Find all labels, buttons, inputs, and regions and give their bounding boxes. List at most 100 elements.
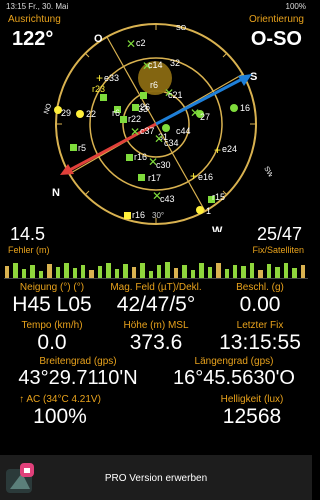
altitude-value: 373.6	[129, 331, 183, 354]
signal-bar	[131, 267, 137, 278]
label-w: W	[212, 225, 223, 232]
tilt-value: H45 L05	[12, 293, 92, 316]
svg-text:r16: r16	[132, 210, 145, 220]
svg-text:r16: r16	[134, 152, 147, 162]
svg-text:1: 1	[206, 206, 211, 216]
signal-bar	[21, 269, 27, 278]
label-no: NO	[43, 102, 53, 115]
tilt-label: Neigung (°) (°)	[19, 282, 85, 293]
promo-text[interactable]: PRO Version erwerben	[0, 473, 312, 484]
sat-e24: + e24	[214, 143, 237, 157]
elevation-label: 30°	[152, 211, 164, 220]
label-so: SO	[176, 25, 187, 32]
sat-c2: ✕ c2	[126, 37, 146, 51]
signal-bar	[89, 270, 94, 278]
accel-label: Beschl. (g)	[236, 282, 284, 293]
signal-bar	[165, 262, 170, 278]
svg-text:+: +	[190, 169, 197, 183]
light-value: 12568	[222, 405, 282, 428]
label-n: N	[52, 187, 60, 199]
signal-bar	[97, 265, 103, 278]
battery-level: 100%	[285, 2, 306, 11]
svg-text:e16: e16	[198, 172, 213, 182]
sat-r17: r17	[138, 173, 161, 183]
last-fix-label: Letzter Fix	[236, 320, 284, 331]
sat-r15: r15	[208, 192, 225, 203]
label-o: O	[94, 33, 103, 45]
signal-bar	[216, 262, 221, 278]
svg-text:r23: r23	[92, 84, 105, 94]
signal-bar	[292, 268, 297, 278]
signal-bar	[123, 264, 128, 278]
signal-bar	[199, 263, 204, 278]
sat-16: 16	[230, 103, 250, 113]
signal-bar	[258, 270, 263, 278]
light-label: Helligkeit (lux)	[220, 394, 284, 405]
sat-c21: ✕c21	[164, 86, 183, 100]
svg-text:c14: c14	[148, 60, 163, 70]
signal-bar	[173, 268, 179, 278]
signal-bar	[300, 265, 305, 278]
signal-bar	[207, 267, 213, 278]
sat-r6b: r6	[112, 106, 121, 118]
svg-text:r22: r22	[128, 114, 141, 124]
svg-text:c30: c30	[156, 160, 171, 170]
longitude-value: 16°45.5630'O	[173, 367, 295, 389]
error-value: 14.5	[10, 224, 46, 244]
signal-bar	[38, 271, 44, 278]
svg-text:✕: ✕	[126, 37, 136, 51]
signal-bar	[106, 262, 111, 278]
svg-text:22: 22	[86, 109, 96, 119]
signal-bar	[182, 264, 187, 278]
sat-r5: r5	[70, 143, 86, 153]
signal-bar	[64, 262, 69, 278]
signal-bar	[233, 264, 238, 278]
svg-text:r15: r15	[212, 192, 225, 202]
signal-bar	[241, 265, 246, 278]
svg-text:e33: e33	[104, 73, 119, 83]
sat-r23: r23	[92, 84, 107, 101]
svg-text:c37: c37	[140, 126, 155, 136]
svg-text:c34: c34	[164, 138, 179, 148]
battery-value: 100%	[33, 405, 87, 428]
svg-text:+: +	[96, 71, 103, 85]
svg-text:c43: c43	[160, 194, 175, 204]
signal-bar	[157, 265, 162, 278]
svg-text:✕: ✕	[190, 106, 200, 120]
signal-bar	[114, 269, 120, 278]
signal-bar	[13, 262, 18, 278]
signal-bar	[224, 268, 229, 278]
signal-bar	[275, 267, 280, 278]
label-sw: SW	[262, 166, 272, 180]
svg-text:r5: r5	[78, 143, 86, 153]
fix-satellites-label: Fix/Satelliten	[252, 245, 304, 255]
sat-e16: + e16	[190, 169, 213, 183]
status-time: 13:15 Fr., 30. Mai	[6, 2, 69, 11]
signal-bar	[81, 264, 86, 278]
svg-text:32: 32	[170, 58, 180, 68]
latitude-label: Breitengrad (gps)	[39, 356, 117, 367]
signal-bar	[190, 269, 196, 278]
sat-c43: ✕c43	[152, 189, 175, 204]
svg-text:29: 29	[61, 108, 71, 118]
speed-label: Tempo (km/h)	[21, 320, 83, 331]
longitude-label: Längengrad (gps)	[194, 356, 274, 367]
accel-value: 0.00	[239, 293, 281, 316]
error-label: Fehler (m)	[8, 245, 50, 255]
latitude-value: 43°29.7110'N	[18, 367, 138, 389]
sat-26: 26	[132, 102, 150, 112]
signal-bar	[249, 263, 255, 278]
speed-value: 0.0	[37, 331, 67, 354]
svg-text:+: +	[214, 143, 221, 157]
signal-bar	[283, 262, 289, 278]
altitude-label: Höhe (m) MSL	[123, 320, 189, 331]
signal-bar	[30, 264, 35, 278]
sat-32: 32	[170, 58, 180, 68]
svg-text:27: 27	[200, 112, 210, 122]
svg-text:c21: c21	[168, 90, 183, 100]
signal-bar	[266, 264, 272, 278]
svg-text:r17: r17	[148, 173, 161, 183]
mag-field-value: 42/47/5°	[116, 293, 196, 316]
promo-banner[interactable]: PRO Version erwerben	[0, 455, 312, 500]
signal-bar	[140, 263, 145, 278]
